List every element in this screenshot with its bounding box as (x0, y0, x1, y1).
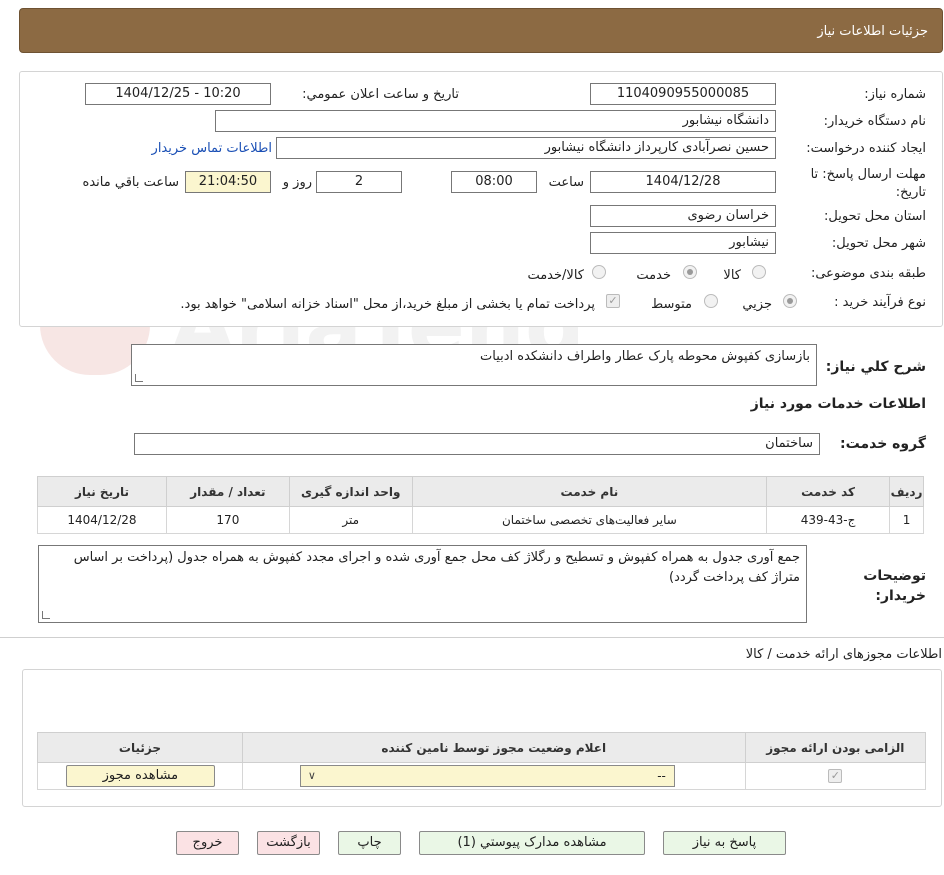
creator-label: ایجاد کننده درخواست: (806, 141, 926, 156)
payment-checkbox[interactable]: ✓ (606, 294, 620, 308)
buyer-contact-link[interactable]: اطلاعات تماس خریدار (152, 141, 272, 156)
col-permit-details: جزئیات (37, 732, 243, 763)
permit-required-checkbox[interactable]: ✓ (828, 769, 843, 784)
resize-grip-icon[interactable] (135, 374, 143, 382)
cell-quantity: 170 (165, 506, 290, 534)
resize-grip-icon[interactable] (42, 611, 50, 619)
deadline-date-field: 1404/12/28 (590, 171, 776, 193)
process-label: نوع فرآیند خرید : (834, 295, 926, 310)
category-goods-service-radio[interactable] (592, 265, 606, 279)
cell-unit: متر (288, 506, 413, 534)
table-row: 1 ج-43-439 سایر فعالیت‌های تخصصی ساختمان… (37, 506, 924, 534)
col-need-date: تاریخ نیاز (37, 476, 167, 507)
payment-note: پرداخت تمام یا بخشی از مبلغ خرید،از محل … (180, 297, 595, 312)
days-label: روز و (282, 175, 312, 190)
cell-service-name: سایر فعالیت‌های تخصصی ساختمان (411, 506, 768, 534)
buyer-notes-textarea[interactable]: جمع آوری جدول به همراه کفپوش و تسطیح و ر… (38, 545, 807, 623)
category-service-radio[interactable] (683, 265, 697, 279)
back-button[interactable]: بازگشت (257, 831, 320, 855)
view-permit-button[interactable]: مشاهده مجوز (65, 765, 215, 787)
process-minor-label: جزيي (742, 297, 772, 312)
category-goods-label: کالا (723, 268, 741, 283)
services-section-title: اطلاعات خدمات مورد نیاز (750, 396, 926, 412)
service-group-field: ساختمان (134, 433, 820, 455)
buyer-notes-text: جمع آوری جدول به همراه کفپوش و تسطیح و ر… (73, 550, 800, 585)
col-permit-status: اعلام وضعیت مجوز توسط نامین کننده (241, 732, 746, 763)
col-unit: واحد اندازه گیری (288, 476, 413, 507)
view-attachments-button[interactable]: مشاهده مدارک پیوستي (1) (419, 831, 645, 855)
col-permit-required: الزامی بودن ارائه مجوز (744, 732, 927, 763)
deadline-time-field: 08:00 (451, 171, 537, 193)
reply-button[interactable]: پاسخ به نیاز (663, 831, 786, 855)
deadline-time-label: ساعت (548, 175, 584, 190)
cell-permit-required: ✓ (744, 762, 927, 790)
col-service-code: کد خدمت (766, 476, 891, 507)
category-goods-service-label: کالا/خدمت (527, 268, 584, 283)
service-group-label: گروه خدمت: (840, 436, 926, 452)
process-medium-label: متوسط (651, 297, 692, 312)
chevron-down-icon: ∨ (307, 769, 316, 782)
cell-service-code: ج-43-439 (766, 506, 891, 534)
permit-status-value: -- (657, 769, 666, 783)
services-table-panel: ردیف کد خدمت نام خدمت واحد اندازه گیری ت… (37, 476, 924, 538)
section-divider (0, 637, 944, 638)
summary-text: بازسازی کفپوش محوطه پارک عطار واطراف دان… (480, 349, 810, 364)
permits-table: الزامی بودن ارائه مجوز اعلام وضعیت مجوز … (37, 732, 927, 790)
city-field: نیشابور (590, 232, 776, 254)
remaining-time-field: 21:04:50 (185, 171, 271, 193)
page-title: جزئیات اطلاعات نیاز (817, 24, 928, 39)
summary-label: شرح کلي نیاز: (825, 359, 926, 375)
process-minor-radio[interactable] (783, 294, 797, 308)
buyer-org-label: نام دستگاه خریدار: (823, 114, 926, 129)
buyer-notes-label: توضیحات خریدار: (863, 568, 926, 604)
services-table-header: ردیف کد خدمت نام خدمت واحد اندازه گیری ت… (37, 476, 924, 507)
permit-status-select[interactable]: ∨ -- (299, 765, 675, 787)
services-table: ردیف کد خدمت نام خدمت واحد اندازه گیری ت… (37, 476, 924, 534)
creator-field: حسین نصرآبادی کارپرداز دانشگاه نیشابور (276, 137, 776, 159)
cell-permit-details: مشاهده مجوز (37, 762, 243, 790)
permits-section-title: اطلاعات مجوزهای ارائه خدمت / کالا (745, 647, 942, 662)
buyer-org-field: دانشگاه نیشابور (215, 110, 776, 132)
page-header: جزئیات اطلاعات نیاز (19, 8, 943, 53)
cell-permit-status: ∨ -- (241, 762, 746, 790)
table-row: ✓ ∨ -- مشاهده مجوز (37, 762, 927, 790)
col-quantity: تعداد / مقدار (165, 476, 290, 507)
print-button[interactable]: چاپ (338, 831, 401, 855)
city-label: شهر محل تحویل: (831, 236, 926, 251)
province-field: خراسان رضوی (590, 205, 776, 227)
need-number-field: 1104090955000085 (590, 83, 776, 105)
category-service-label: خدمت (636, 268, 671, 283)
category-label: طبقه بندی موضوعی: (810, 266, 926, 281)
cell-row: 1 (889, 506, 924, 534)
exit-button[interactable]: خروج (176, 831, 239, 855)
cell-need-date: 1404/12/28 (37, 506, 167, 534)
need-number-label: شماره نیاز: (864, 87, 926, 102)
announce-field: 1404/12/25 - 10:20 (85, 83, 271, 105)
col-service-name: نام خدمت (411, 476, 768, 507)
permits-table-header: الزامی بودن ارائه مجوز اعلام وضعیت مجوز … (37, 732, 927, 763)
summary-textarea[interactable]: بازسازی کفپوش محوطه پارک عطار واطراف دان… (131, 344, 817, 386)
deadline-label: مهلت ارسال پاسخ: تا تاریخ: (810, 167, 926, 200)
category-goods-radio[interactable] (752, 265, 766, 279)
col-row: ردیف (889, 476, 924, 507)
days-field: 2 (316, 171, 402, 193)
process-medium-radio[interactable] (704, 294, 718, 308)
announce-label: تاریخ و ساعت اعلان عمومي: (302, 87, 459, 102)
province-label: استان محل تحویل: (824, 209, 926, 224)
remaining-label: ساعت باقي مانده (82, 175, 179, 190)
